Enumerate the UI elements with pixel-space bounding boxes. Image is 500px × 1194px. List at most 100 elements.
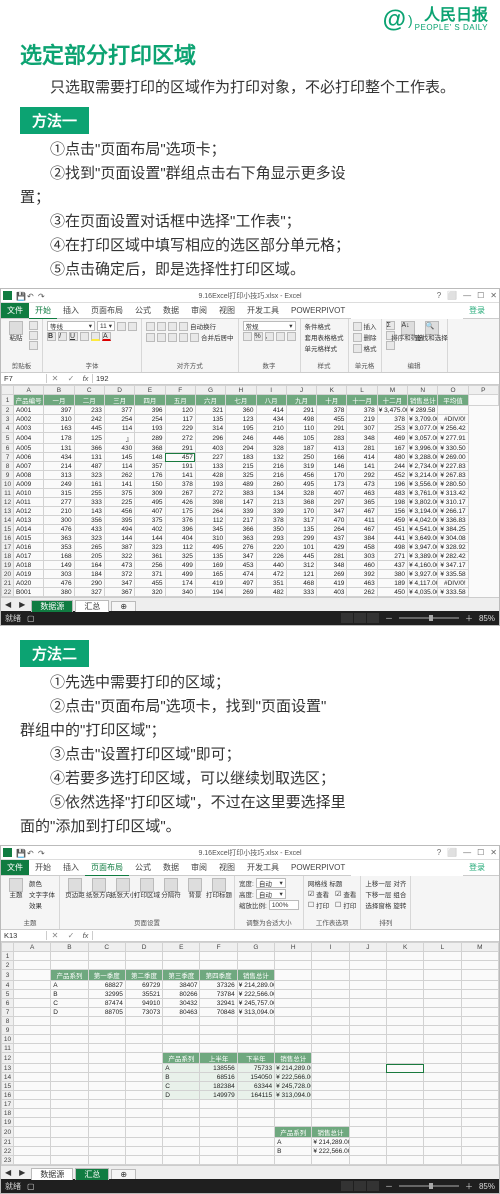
data-cell[interactable]: 413 (317, 444, 347, 453)
data-cell[interactable] (51, 961, 88, 970)
data-cell[interactable]: 135 (195, 415, 225, 424)
data-cell[interactable]: 94910 (125, 999, 162, 1008)
data-cell[interactable]: 114 (104, 424, 134, 433)
tab-file[interactable]: 文件 (1, 303, 29, 319)
data-cell[interactable]: 149979 (200, 1091, 237, 1100)
data-cell[interactable] (51, 1109, 88, 1118)
data-cell[interactable] (424, 1073, 461, 1082)
bg-btn[interactable]: 背景 (184, 878, 206, 900)
data-cell[interactable]: 194 (195, 588, 225, 597)
data-cell[interactable]: ¥ 4,117.00 (408, 579, 438, 588)
data-cell[interactable]: ¥ 266.17 (438, 507, 468, 516)
data-cell[interactable]: ¥ 310.17 (438, 498, 468, 507)
data-header[interactable]: 三月 (104, 395, 134, 406)
data-cell[interactable]: 191 (165, 462, 195, 471)
data-cell[interactable]: 446 (256, 433, 286, 444)
data-cell[interactable]: ¥ 4,541.00 (408, 525, 438, 534)
row-head[interactable]: 1 (2, 952, 14, 961)
data-cell[interactable]: 154050 (237, 1073, 274, 1082)
tab-review[interactable]: 审阅 (185, 303, 213, 319)
group-obj[interactable]: 组合 (393, 889, 406, 899)
data-cell[interactable]: 433 (74, 525, 104, 534)
underline-icon[interactable]: U (69, 332, 78, 341)
data-cell[interactable] (386, 1138, 423, 1147)
data-cell[interactable]: 434 (44, 453, 74, 462)
data-cell[interactable]: 第三季度 (163, 970, 200, 981)
data-cell[interactable] (163, 1138, 200, 1147)
zoom-out-icon[interactable]: － (385, 613, 393, 624)
row-head[interactable]: 16 (2, 534, 14, 543)
data-cell[interactable] (386, 1082, 423, 1091)
data-cell[interactable] (275, 952, 312, 961)
data-cell[interactable]: 498 (286, 415, 316, 424)
data-cell[interactable] (200, 1044, 237, 1053)
data-cell[interactable] (237, 1109, 274, 1118)
data-cell[interactable]: 498 (377, 543, 407, 552)
row-head[interactable]: 21 (2, 1138, 14, 1147)
view-buttons-2[interactable] (341, 1181, 379, 1191)
data-cell[interactable]: 销售总计 (275, 1053, 312, 1064)
view-buttons-1[interactable] (341, 613, 379, 623)
data-header[interactable]: 平均值 (438, 395, 468, 406)
data-cell[interactable]: ¥ 330.50 (438, 444, 468, 453)
data-cell[interactable]: 297 (317, 498, 347, 507)
data-cell[interactable]: 291 (286, 406, 316, 415)
copy-icon[interactable] (29, 331, 38, 340)
data-cell[interactable]: 321 (195, 406, 225, 415)
data-cell[interactable]: 242 (74, 415, 104, 424)
data-cell[interactable] (461, 952, 498, 961)
data-cell[interactable]: 』 (104, 433, 134, 444)
data-cell[interactable] (424, 1082, 461, 1091)
data-cell[interactable]: 456 (104, 507, 134, 516)
data-cell[interactable]: 178 (44, 433, 74, 444)
data-cell[interactable]: 174 (165, 579, 195, 588)
row-head[interactable]: 11 (2, 489, 14, 498)
data-header[interactable]: 七月 (226, 395, 256, 406)
data-cell[interactable] (125, 1053, 162, 1064)
data-cell[interactable]: B (51, 990, 88, 999)
data-cell[interactable]: D (51, 1008, 88, 1017)
excel1-grid[interactable]: ABCDEFGHIJKLMNOP1产品编号一月二月三月四月五月六月七月八月九月十… (1, 385, 499, 597)
data-cell[interactable] (200, 961, 237, 970)
data-cell[interactable]: 333 (286, 588, 316, 597)
data-cell[interactable] (386, 1147, 423, 1156)
data-cell[interactable]: 293 (256, 534, 286, 543)
scale-h[interactable]: 自动▾ (256, 889, 286, 899)
data-cell[interactable]: 141 (165, 471, 195, 480)
data-cell[interactable] (200, 1156, 237, 1165)
data-cell[interactable]: 156 (377, 507, 407, 516)
data-cell[interactable]: 123 (226, 415, 256, 424)
data-cell[interactable] (312, 961, 349, 970)
table-format-btn[interactable]: 套用表格格式 (305, 332, 344, 342)
save-icon[interactable]: 💾 (16, 292, 23, 299)
data-cell[interactable]: ¥ 269.00 (438, 453, 468, 462)
tab-review[interactable]: 审阅 (185, 860, 213, 876)
selection-pane[interactable]: 选择窗格 (365, 900, 391, 910)
data-cell[interactable]: 161 (74, 480, 104, 489)
data-cell[interactable] (424, 981, 461, 990)
data-cell[interactable] (125, 1156, 162, 1165)
data-cell[interactable] (51, 1127, 88, 1138)
data-cell[interactable] (237, 1026, 274, 1035)
headview-check[interactable]: ☑ (335, 890, 341, 898)
data-cell[interactable]: 407 (135, 507, 165, 516)
format-painter-icon[interactable] (29, 341, 38, 350)
tab-home[interactable]: 开始 (29, 860, 57, 876)
row-head[interactable]: 18 (2, 552, 14, 561)
data-cell[interactable] (163, 1127, 200, 1138)
data-cell[interactable]: 476 (44, 525, 74, 534)
data-cell[interactable] (88, 1044, 125, 1053)
data-cell[interactable] (386, 1109, 423, 1118)
data-cell[interactable]: 368 (286, 498, 316, 507)
data-cell[interactable]: 112 (165, 543, 195, 552)
data-cell[interactable]: 360 (226, 406, 256, 415)
paste-button[interactable]: 粘贴 (5, 321, 27, 343)
data-cell[interactable] (14, 1091, 51, 1100)
data-cell[interactable]: 470 (317, 516, 347, 525)
data-cell[interactable] (14, 999, 51, 1008)
data-cell[interactable]: 327 (74, 588, 104, 597)
data-cell[interactable]: ¥ 214,289.00 (237, 981, 274, 990)
data-cell[interactable] (349, 952, 386, 961)
data-cell[interactable] (312, 970, 349, 981)
data-cell[interactable]: 348 (317, 561, 347, 570)
